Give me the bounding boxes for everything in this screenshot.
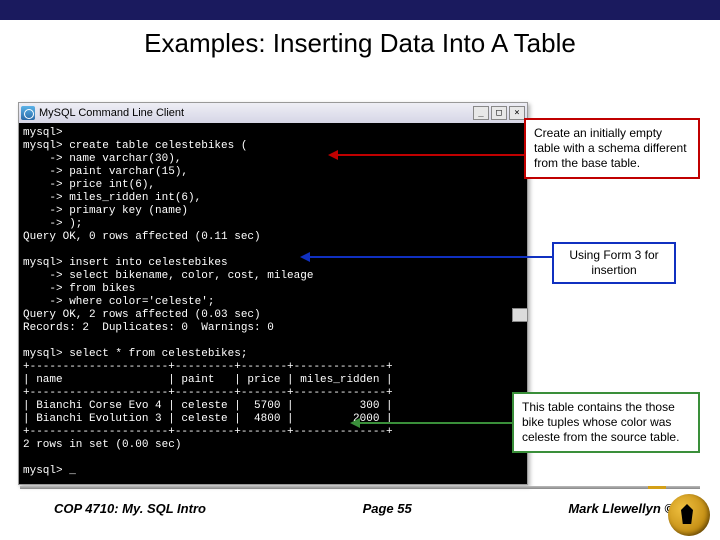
slide-footer: COP 4710: My. SQL Intro Page 55 Mark Lle… [0, 486, 720, 540]
window-buttons: _ □ × [473, 106, 525, 120]
maximize-button[interactable]: □ [491, 106, 507, 120]
callout-result: This table contains the those bike tuple… [512, 392, 700, 453]
ucf-seal-icon [668, 494, 710, 536]
arrow-red [338, 154, 524, 156]
footer-row: COP 4710: My. SQL Intro Page 55 Mark Lle… [0, 495, 720, 516]
terminal-title-text: MySQL Command Line Client [39, 107, 473, 119]
footer-author: Mark Llewellyn © [568, 501, 674, 516]
footer-divider [20, 486, 700, 489]
app-icon [21, 106, 35, 120]
terminal-window: MySQL Command Line Client _ □ × mysql> m… [18, 102, 528, 485]
slide-container: Examples: Inserting Data Into A Table My… [0, 0, 720, 540]
footer-course: COP 4710: My. SQL Intro [54, 501, 206, 516]
terminal-titlebar: MySQL Command Line Client _ □ × [19, 103, 527, 123]
slide-title: Examples: Inserting Data Into A Table [0, 20, 720, 71]
arrow-blue [310, 256, 552, 258]
callout-form3: Using Form 3 for insertion [552, 242, 676, 284]
minimize-button[interactable]: _ [473, 106, 489, 120]
close-button[interactable]: × [509, 106, 525, 120]
terminal-body[interactable]: mysql> mysql> create table celestebikes … [19, 123, 527, 484]
footer-page: Page 55 [363, 501, 412, 516]
callout-create-table: Create an initially empty table with a s… [524, 118, 700, 179]
footer-accent [648, 486, 666, 489]
scrollbar-thumb[interactable] [512, 308, 528, 322]
arrow-green [360, 422, 512, 424]
